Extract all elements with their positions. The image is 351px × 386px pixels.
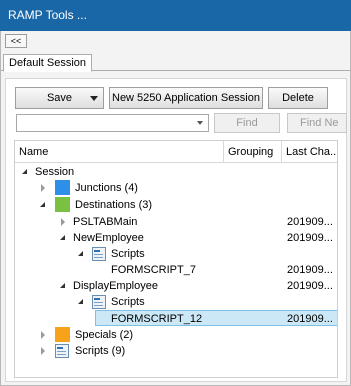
column-header-grouping[interactable]: Grouping (224, 141, 282, 163)
expanded-triangle-icon[interactable] (59, 278, 68, 294)
collapsed-triangle-icon[interactable] (39, 343, 48, 359)
tree-label: Specials (2) (75, 329, 134, 341)
tree-label: DisplayEmployee (73, 280, 158, 292)
tree-label: Scripts (111, 248, 145, 260)
orange-square-icon (55, 327, 70, 342)
column-header-last-changed[interactable]: Last Cha... (282, 141, 337, 163)
expanded-triangle-icon[interactable] (77, 294, 86, 310)
script-document-icon (92, 295, 106, 309)
tree-label: FORMSCRIPT_12 (111, 313, 203, 325)
last-changed-value: 201909... (287, 216, 333, 228)
tree-label: Scripts (111, 296, 145, 308)
last-changed-value: 201909... (287, 280, 333, 292)
expanded-triangle-icon[interactable] (77, 246, 86, 262)
tree-row-destinations[interactable]: Destinations (3) (15, 197, 337, 213)
session-tree-grid: Name Grouping Last Cha... Session Juncti… (14, 140, 338, 378)
last-changed-value: 201909... (287, 313, 333, 325)
script-document-icon (92, 247, 106, 261)
collapsed-triangle-icon[interactable] (59, 214, 68, 230)
search-combobox[interactable] (16, 114, 209, 132)
tree-row-session[interactable]: Session (15, 164, 337, 180)
tree-label: NewEmployee (73, 232, 144, 244)
script-document-icon (55, 344, 69, 358)
chevron-down-icon[interactable] (197, 121, 203, 125)
tree-row-scripts[interactable]: Scripts (15, 246, 337, 262)
tree-row-specials[interactable]: Specials (2) (15, 327, 337, 343)
tree-row-formscript-7[interactable]: FORMSCRIPT_7 201909... (15, 262, 337, 278)
save-button[interactable]: Save (15, 87, 104, 109)
expanded-triangle-icon[interactable] (21, 164, 30, 180)
tree-label: Junctions (4) (75, 182, 138, 194)
tree-label: FORMSCRIPT_7 (111, 264, 196, 276)
column-header-name[interactable]: Name (15, 141, 224, 163)
window-title-bar: RAMP Tools ... (0, 0, 351, 31)
window-title: RAMP Tools ... (8, 8, 87, 22)
tab-strip: Default Session (1, 51, 350, 72)
collapsed-triangle-icon[interactable] (39, 180, 48, 196)
save-button-label: Save (46, 92, 73, 104)
find-button[interactable]: Find (214, 113, 280, 133)
blue-square-icon (55, 180, 70, 195)
tab-default-session[interactable]: Default Session (3, 54, 93, 72)
tree-row-newemployee[interactable]: NewEmployee 201909... (15, 230, 337, 246)
tree-label: Session (35, 166, 75, 178)
tree-row-psltabmain[interactable]: PSLTABMain 201909... (15, 214, 337, 230)
green-square-icon (55, 197, 70, 212)
find-next-button[interactable]: Find Ne (287, 113, 347, 133)
tree-label: PSLTABMain (73, 216, 138, 228)
new-5250-session-button[interactable]: New 5250 Application Session (109, 87, 263, 109)
last-changed-value: 201909... (287, 232, 333, 244)
tree-label: Scripts (9) (75, 345, 126, 357)
tree-row-scripts-root[interactable]: Scripts (9) (15, 343, 337, 359)
expanded-triangle-icon[interactable] (39, 197, 48, 213)
collapsed-triangle-icon[interactable] (39, 327, 48, 343)
last-changed-value: 201909... (287, 264, 333, 276)
tree-row-scripts[interactable]: Scripts (15, 294, 337, 310)
collapse-button[interactable]: << (5, 34, 27, 48)
tree-row-formscript-12[interactable]: FORMSCRIPT_12 201909... (95, 310, 337, 326)
tree-label: Destinations (3) (75, 199, 153, 211)
expanded-triangle-icon[interactable] (59, 230, 68, 246)
chevron-down-icon[interactable] (90, 96, 98, 101)
delete-button[interactable]: Delete (268, 87, 328, 109)
tree-row-displayemployee[interactable]: DisplayEmployee 201909... (15, 278, 337, 294)
tree-row-junctions[interactable]: Junctions (4) (15, 180, 337, 196)
